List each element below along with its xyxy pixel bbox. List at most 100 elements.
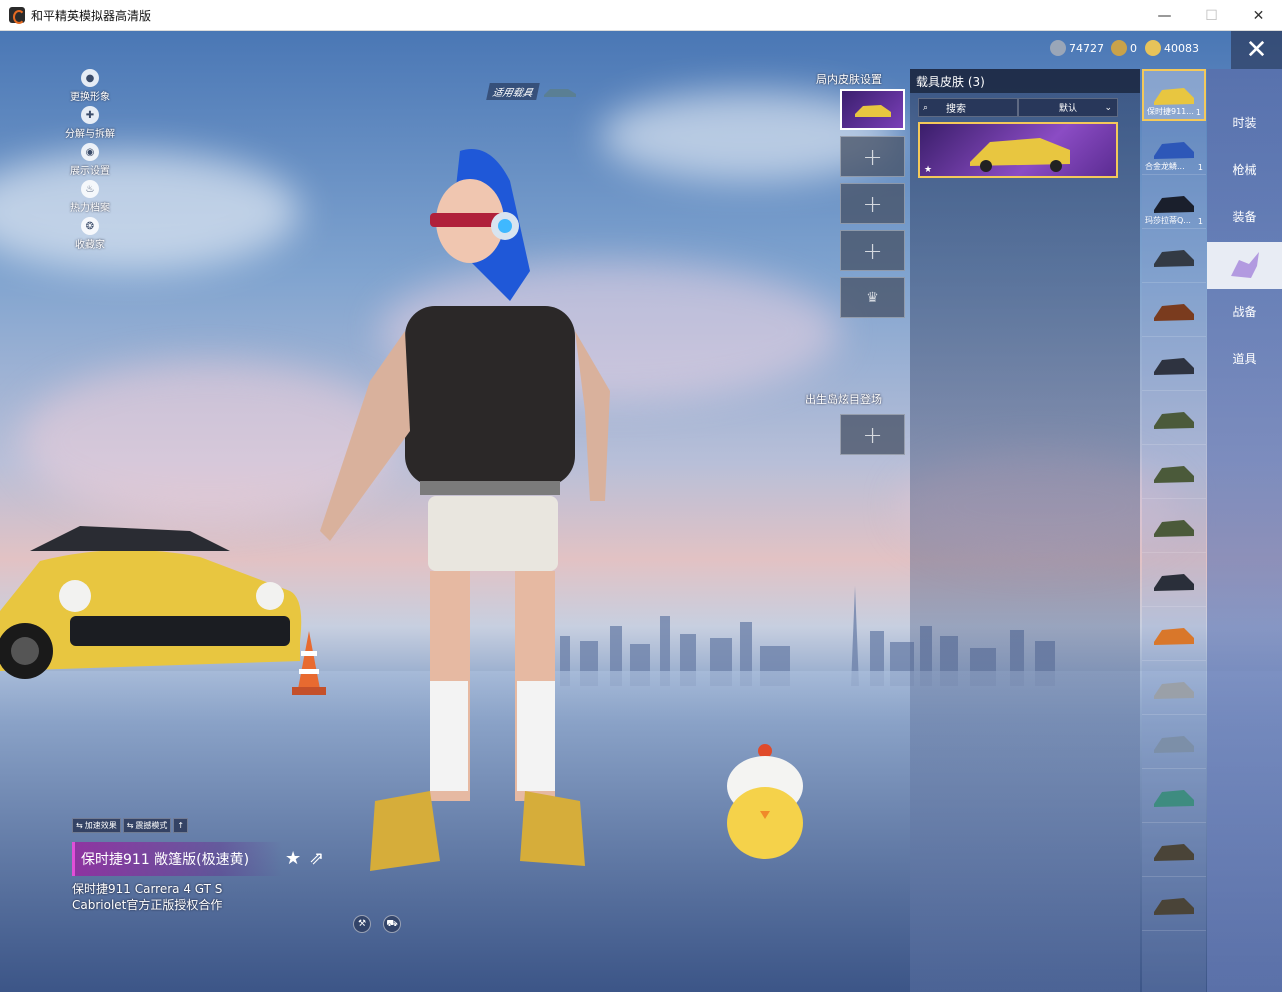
spawn-slot-empty[interactable]: +: [840, 414, 905, 455]
currency-value: 0: [1130, 41, 1137, 55]
vehicle-list-item[interactable]: [1142, 555, 1206, 607]
toggle-label: 加速效果: [84, 821, 117, 830]
vehicle-count-label: 1: [1195, 108, 1201, 117]
cloud: [0, 151, 300, 271]
vehicle-thumbnail-icon: [1154, 843, 1194, 861]
menu-item-label: 更换形象: [70, 92, 110, 103]
maximize-button[interactable]: ☐: [1188, 0, 1235, 31]
menu-collector[interactable]: ❂ 收藏家: [55, 217, 125, 254]
vehicle-list-item[interactable]: 合金龙鳞... 1: [1142, 123, 1206, 175]
tab-weapons[interactable]: 枪械: [1207, 146, 1282, 193]
shock-mode-toggle[interactable]: ⇆ 震撼模式: [122, 818, 172, 833]
vehicle-list: 保时捷911... 1 合金龙鳞... 1 玛莎拉蒂Q... 1: [1142, 69, 1206, 992]
window-title: 和平精英模拟器高清版: [31, 8, 152, 23]
tab-readiness[interactable]: 战备: [1207, 288, 1282, 335]
effect-toggles: ⇆ 加速效果 ⇆ 震撼模式 ↑: [72, 818, 189, 833]
skin-slot-empty[interactable]: +: [840, 136, 905, 177]
silver-coin-icon: [1050, 40, 1066, 56]
vehicle-list-item[interactable]: [1142, 879, 1206, 931]
vehicle-thumbnail-icon: [1154, 627, 1194, 645]
applicable-vehicle-label: 适用载具: [486, 83, 540, 100]
vehicle-list-item[interactable]: [1142, 609, 1206, 661]
vehicle-list-item[interactable]: 保时捷911... 1: [1142, 69, 1206, 121]
gold-medal-icon: [1111, 40, 1127, 56]
search-row: ⌕ 搜索 默认 ⌄: [918, 98, 1118, 117]
currency-value: 40083: [1164, 41, 1199, 55]
title-bar: 和平精英模拟器高清版 — ☐ ✕: [0, 0, 1282, 31]
left-side-menu: ● 更换形象 ✚ 分解与拆解 ◉ 展示设置 ♨ 热力档案 ❂ 收藏家: [55, 69, 125, 254]
vehicle-thumbnail-icon: [1154, 573, 1194, 591]
tab-vehicles[interactable]: [1207, 242, 1282, 289]
vehicle-list-item[interactable]: 玛莎拉蒂Q... 1: [1142, 177, 1206, 229]
vehicle-thumbnail-icon: [1154, 897, 1194, 915]
currency-value: 74727: [1069, 41, 1104, 55]
menu-display-settings[interactable]: ◉ 展示设置: [55, 143, 125, 180]
star-icon: ★: [924, 165, 932, 175]
vehicle-list-item[interactable]: [1142, 231, 1206, 283]
tool-icon[interactable]: ⚒: [353, 915, 371, 933]
game-scene: ● 更换形象 ✚ 分解与拆解 ◉ 展示设置 ♨ 热力档案 ❂ 收藏家 适用载具: [0, 31, 1282, 992]
skin-car-image: ★: [924, 138, 1070, 175]
vehicle-list-item[interactable]: [1142, 339, 1206, 391]
close-window-button[interactable]: ✕: [1235, 0, 1282, 31]
boost-icon: ⇆: [76, 821, 83, 830]
vehicle-thumbnail-icon: [1154, 681, 1194, 699]
vehicle-list-item[interactable]: [1142, 663, 1206, 715]
vehicle-name: 保时捷911 敞篷版(极速黄): [72, 842, 282, 876]
vehicle-thumbnail-icon: [1154, 249, 1194, 267]
vehicle-thumbnail-icon: [1154, 303, 1194, 321]
vehicle-list-item[interactable]: [1142, 771, 1206, 823]
boost-effect-toggle[interactable]: ⇆ 加速效果: [72, 818, 121, 833]
vehicle-thumbnail-icon: [1154, 411, 1194, 429]
star-icon[interactable]: ★: [285, 848, 301, 869]
skin-slot-locked[interactable]: +: [840, 230, 905, 271]
spawn-island-title: 出生岛炫目登场: [805, 393, 882, 406]
info-toggle[interactable]: ↑: [173, 818, 189, 833]
vehicle-list-item[interactable]: [1142, 393, 1206, 445]
skin-card-selected[interactable]: ★: [918, 122, 1118, 178]
crown-icon: ♛: [866, 289, 879, 306]
collector-badge-icon: ❂: [81, 217, 99, 235]
skin-slot-empty[interactable]: +: [840, 183, 905, 224]
vehicle-description: 保时捷911 Carrera 4 GT S Cabriolet官方正版授权合作: [72, 882, 223, 912]
menu-heat-archive[interactable]: ♨ 热力档案: [55, 180, 125, 217]
player-character: [320, 149, 610, 871]
tab-fashion[interactable]: 时装: [1207, 99, 1282, 146]
vehicle-name-label: 合金龙鳞...: [1145, 162, 1185, 171]
vehicle-thumbnail-icon: [1154, 519, 1194, 537]
menu-item-label: 收藏家: [75, 240, 105, 251]
menu-change-appearance[interactable]: ● 更换形象: [55, 69, 125, 106]
vehicle-list-item[interactable]: [1142, 825, 1206, 877]
search-input[interactable]: ⌕ 搜索: [918, 98, 1018, 117]
vehicle-list-item[interactable]: [1142, 501, 1206, 553]
featured-car: [0, 526, 302, 679]
vehicle-list-item[interactable]: [1142, 447, 1206, 499]
close-icon[interactable]: ✕: [1231, 31, 1282, 69]
vehicle-actions: ★ ⇗: [285, 848, 324, 869]
menu-item-label: 展示设置: [70, 166, 110, 177]
tab-equipment[interactable]: 装备: [1207, 193, 1282, 240]
toggle-label: 震撼模式: [135, 821, 168, 830]
skin-slot-selected[interactable]: [840, 89, 905, 130]
skin-slot-crown[interactable]: ♛: [840, 277, 905, 318]
share-icon[interactable]: ⇗: [309, 848, 324, 869]
sort-dropdown[interactable]: 默认 ⌄: [1018, 98, 1118, 117]
vehicle-list-item[interactable]: [1142, 717, 1206, 769]
puzzle-icon: ✚: [81, 106, 99, 124]
vehicle-list-item[interactable]: [1142, 285, 1206, 337]
app-window: 和平精英模拟器高清版 — ☐ ✕ ● 更换形象 ✚ 分解与拆解 ◉ 展示设置 ♨…: [0, 0, 1282, 992]
chick-pet: [727, 744, 803, 859]
car-view-icon[interactable]: ⛟: [383, 915, 401, 933]
menu-decompose[interactable]: ✚ 分解与拆解: [55, 106, 125, 143]
vehicle-count-label: 1: [1197, 217, 1203, 226]
tab-items[interactable]: 道具: [1207, 335, 1282, 382]
vehicle-thumbnail-icon: [1154, 735, 1194, 753]
minimize-button[interactable]: —: [1141, 0, 1188, 31]
applicable-vehicle-tag[interactable]: 适用载具: [486, 83, 578, 100]
currency-silver: 74727: [1050, 40, 1104, 56]
mode-icon: ⇆: [126, 821, 134, 830]
car-thumbnail-icon: [544, 88, 576, 97]
search-icon: ⌕: [923, 102, 929, 113]
vehicle-skin-panel: 载具皮肤 (3) ⌕ 搜索 默认 ⌄ ★: [910, 69, 1140, 992]
vehicle-name-label: 玛莎拉蒂Q...: [1145, 216, 1191, 225]
